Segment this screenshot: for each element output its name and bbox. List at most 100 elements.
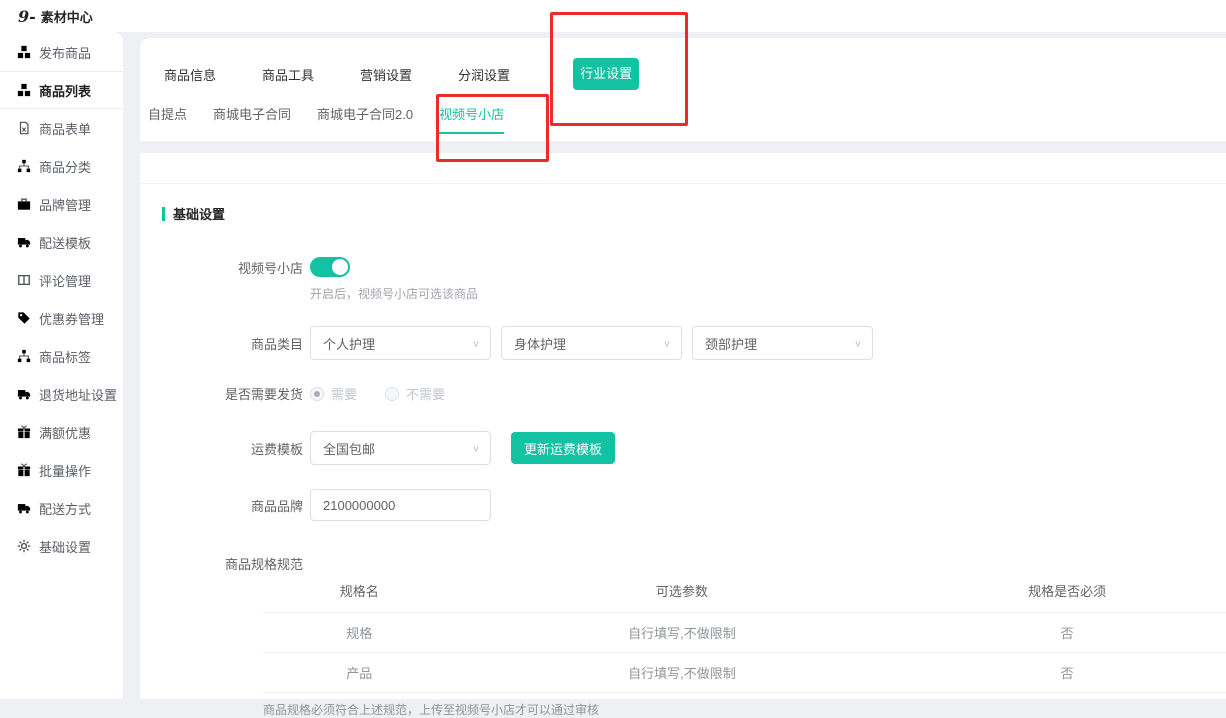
category-select-level2[interactable]: 身体护理 ∨: [501, 326, 682, 360]
sidebar-item-basic-settings[interactable]: 基础设置: [0, 527, 123, 565]
category-label: 商品类目: [140, 334, 303, 353]
freight-template-label: 运费模板: [140, 439, 303, 458]
truck-icon: [17, 235, 31, 249]
spec-cell-params: 自行填写,不做限制: [456, 623, 909, 642]
tab-mall-e-contract[interactable]: 商城电子合同: [213, 104, 291, 132]
category-select-level3[interactable]: 颈部护理 ∨: [692, 326, 873, 360]
sidebar-item-product-category[interactable]: 商品分类: [0, 147, 123, 185]
radio-shipping-required: 需要: [310, 384, 357, 403]
chevron-down-icon: ∨: [663, 338, 671, 348]
radio-label: 需要: [331, 384, 357, 403]
gear-icon: [17, 539, 31, 553]
store-toggle[interactable]: [310, 257, 350, 277]
category-select-level2-value: 身体护理: [514, 334, 566, 353]
sidebar-item-coupon-management[interactable]: 优惠券管理: [0, 299, 123, 337]
sidebar-item-return-address-settings[interactable]: 退货地址设置: [0, 375, 123, 413]
radio-label: 不需要: [406, 384, 445, 403]
spec-cell-params: 自行填写,不做限制: [456, 663, 909, 682]
radio-shipping-not-required: 不需要: [385, 384, 445, 403]
tab-marketing-settings[interactable]: 营销设置: [360, 65, 412, 84]
spec-table-note: 商品规格必须符合上述规范，上传至视频号小店才可以通过审核: [263, 701, 1226, 718]
update-freight-template-button[interactable]: 更新运费模板: [511, 432, 615, 464]
content-divider: [140, 183, 1226, 184]
sidebar-item-label: 商品分类: [39, 157, 91, 176]
sidebar-item-delivery-template[interactable]: 配送模板: [0, 223, 123, 261]
tab-row-secondary: 自提点 商城电子合同 商城电子合同2.0 视频号小店: [156, 104, 1226, 134]
tab-self-pickup-point[interactable]: 自提点: [148, 104, 187, 132]
tab-product-info[interactable]: 商品信息: [164, 65, 216, 84]
category-select-level3-value: 颈部护理: [705, 334, 757, 353]
basic-settings-form: 视频号小店 开启后，视频号小店可选该商品 商品类目 个人护理 ∨ 身体护理 ∨: [140, 257, 1226, 718]
spec-header-required: 规格是否必须: [908, 581, 1226, 600]
spec-header-name: 规格名: [263, 581, 456, 600]
category-select-level1[interactable]: 个人护理 ∨: [310, 326, 491, 360]
section-accent-bar: [162, 207, 165, 221]
sidebar-item-label: 商品列表: [39, 81, 91, 100]
sidebar-item-label: 满额优惠: [39, 423, 91, 442]
sidebar-item-label: 退货地址设置: [39, 385, 117, 404]
tab-video-channel-store[interactable]: 视频号小店: [439, 104, 504, 134]
sidebar-item-publish-product[interactable]: 发布商品: [0, 33, 123, 71]
brand-logo-icon: 9-: [18, 7, 36, 26]
freight-template-select[interactable]: 全国包邮 ∨: [310, 431, 491, 465]
sidebar-nav: 发布商品 商品列表 商品表单 商品分类 品牌管理 配送模板 评论管理 优惠券管理…: [0, 32, 123, 699]
spec-table: 规格名 可选参数 规格是否必须 规格 自行填写,不做限制 否 产品 自行填写,不…: [263, 581, 1226, 693]
toggle-knob: [332, 259, 348, 275]
sidebar-item-label: 发布商品: [39, 43, 91, 62]
settings-content: 基础设置 视频号小店 开启后，视频号小店可选该商品 商品类目 个人护理 ∨ 身体…: [140, 153, 1226, 699]
shipping-required-row: 是否需要发货 需要 不需要: [140, 384, 1226, 403]
sidebar-item-label: 商品标签: [39, 347, 91, 366]
radio-unselected-icon: [385, 387, 399, 401]
top-header-bar: 9- 素材中心: [0, 0, 1226, 32]
sidebar-item-product-tags[interactable]: 商品标签: [0, 337, 123, 375]
tag-icon: [17, 311, 31, 325]
tab-panel: 商品信息 商品工具 营销设置 分润设置 行业设置 自提点 商城电子合同 商城电子…: [140, 38, 1226, 141]
category-select-level1-value: 个人护理: [323, 334, 375, 353]
sidebar-item-full-amount-discount[interactable]: 满额优惠: [0, 413, 123, 451]
briefcase-icon: [17, 197, 31, 211]
sidebar-item-label: 配送方式: [39, 499, 91, 518]
brand-row: 商品品牌: [140, 489, 1226, 521]
sidebar-item-review-management[interactable]: 评论管理: [0, 261, 123, 299]
shipping-required-label: 是否需要发货: [140, 384, 303, 403]
table-row: 产品 自行填写,不做限制 否: [263, 653, 1226, 693]
cubes-icon: [17, 45, 31, 59]
gift-icon: [17, 463, 31, 477]
sidebar-item-product-list[interactable]: 商品列表: [0, 71, 123, 109]
spec-table-label: 商品规格规范: [225, 554, 1226, 573]
sidebar-item-label: 评论管理: [39, 271, 91, 290]
sidebar-item-product-form[interactable]: 商品表单: [0, 109, 123, 147]
sitemap-icon: [17, 349, 31, 363]
store-toggle-label: 视频号小店: [140, 258, 303, 277]
truck-icon: [17, 387, 31, 401]
sidebar-item-batch-operations[interactable]: 批量操作: [0, 451, 123, 489]
sidebar-item-label: 商品表单: [39, 119, 91, 138]
tab-mall-e-contract-2[interactable]: 商城电子合同2.0: [317, 104, 413, 132]
spec-cell-name: 产品: [263, 663, 456, 682]
file-icon: [17, 121, 31, 135]
table-row: 规格 自行填写,不做限制 否: [263, 613, 1226, 653]
cubes-icon: [17, 83, 31, 97]
sidebar-item-brand-management[interactable]: 品牌管理: [0, 185, 123, 223]
spec-cell-name: 规格: [263, 623, 456, 642]
store-toggle-helper-text: 开启后，视频号小店可选该商品: [310, 285, 1226, 302]
spec-table-header-row: 规格名 可选参数 规格是否必须: [263, 581, 1226, 613]
tab-profit-sharing-settings[interactable]: 分润设置: [458, 65, 510, 84]
sidebar-item-label: 配送模板: [39, 233, 91, 252]
gift-icon: [17, 425, 31, 439]
truck-icon: [17, 501, 31, 515]
chevron-down-icon: ∨: [472, 338, 480, 348]
columns-icon: [17, 273, 31, 287]
brand-input[interactable]: [310, 489, 491, 521]
brand-label: 商品品牌: [140, 496, 303, 515]
category-row: 商品类目 个人护理 ∨ 身体护理 ∨ 颈部护理 ∨: [140, 326, 1226, 360]
spec-header-params: 可选参数: [456, 581, 909, 600]
chevron-down-icon: ∨: [854, 338, 862, 348]
section-title-basic-settings: 基础设置: [162, 204, 1226, 223]
freight-template-row: 运费模板 全国包邮 ∨ 更新运费模板: [140, 431, 1226, 465]
spec-cell-required: 否: [908, 663, 1226, 682]
tab-product-tools[interactable]: 商品工具: [262, 65, 314, 84]
tab-industry-settings[interactable]: 行业设置: [573, 58, 639, 90]
sidebar-item-delivery-method[interactable]: 配送方式: [0, 489, 123, 527]
sidebar-item-label: 基础设置: [39, 537, 91, 556]
